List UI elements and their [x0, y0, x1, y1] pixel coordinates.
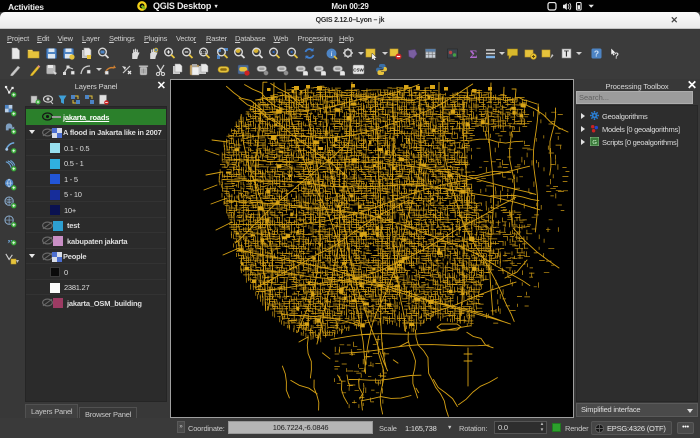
- svg-text:1:1: 1:1: [200, 50, 207, 55]
- svg-text:Σ: Σ: [470, 47, 478, 60]
- svg-text:G: G: [592, 140, 597, 146]
- svg-text:i: i: [331, 50, 333, 58]
- svg-text:CSW: CSW: [353, 68, 364, 73]
- svg-text:?: ?: [614, 52, 619, 61]
- svg-text:?: ?: [594, 49, 599, 59]
- svg-text:T: T: [564, 50, 569, 59]
